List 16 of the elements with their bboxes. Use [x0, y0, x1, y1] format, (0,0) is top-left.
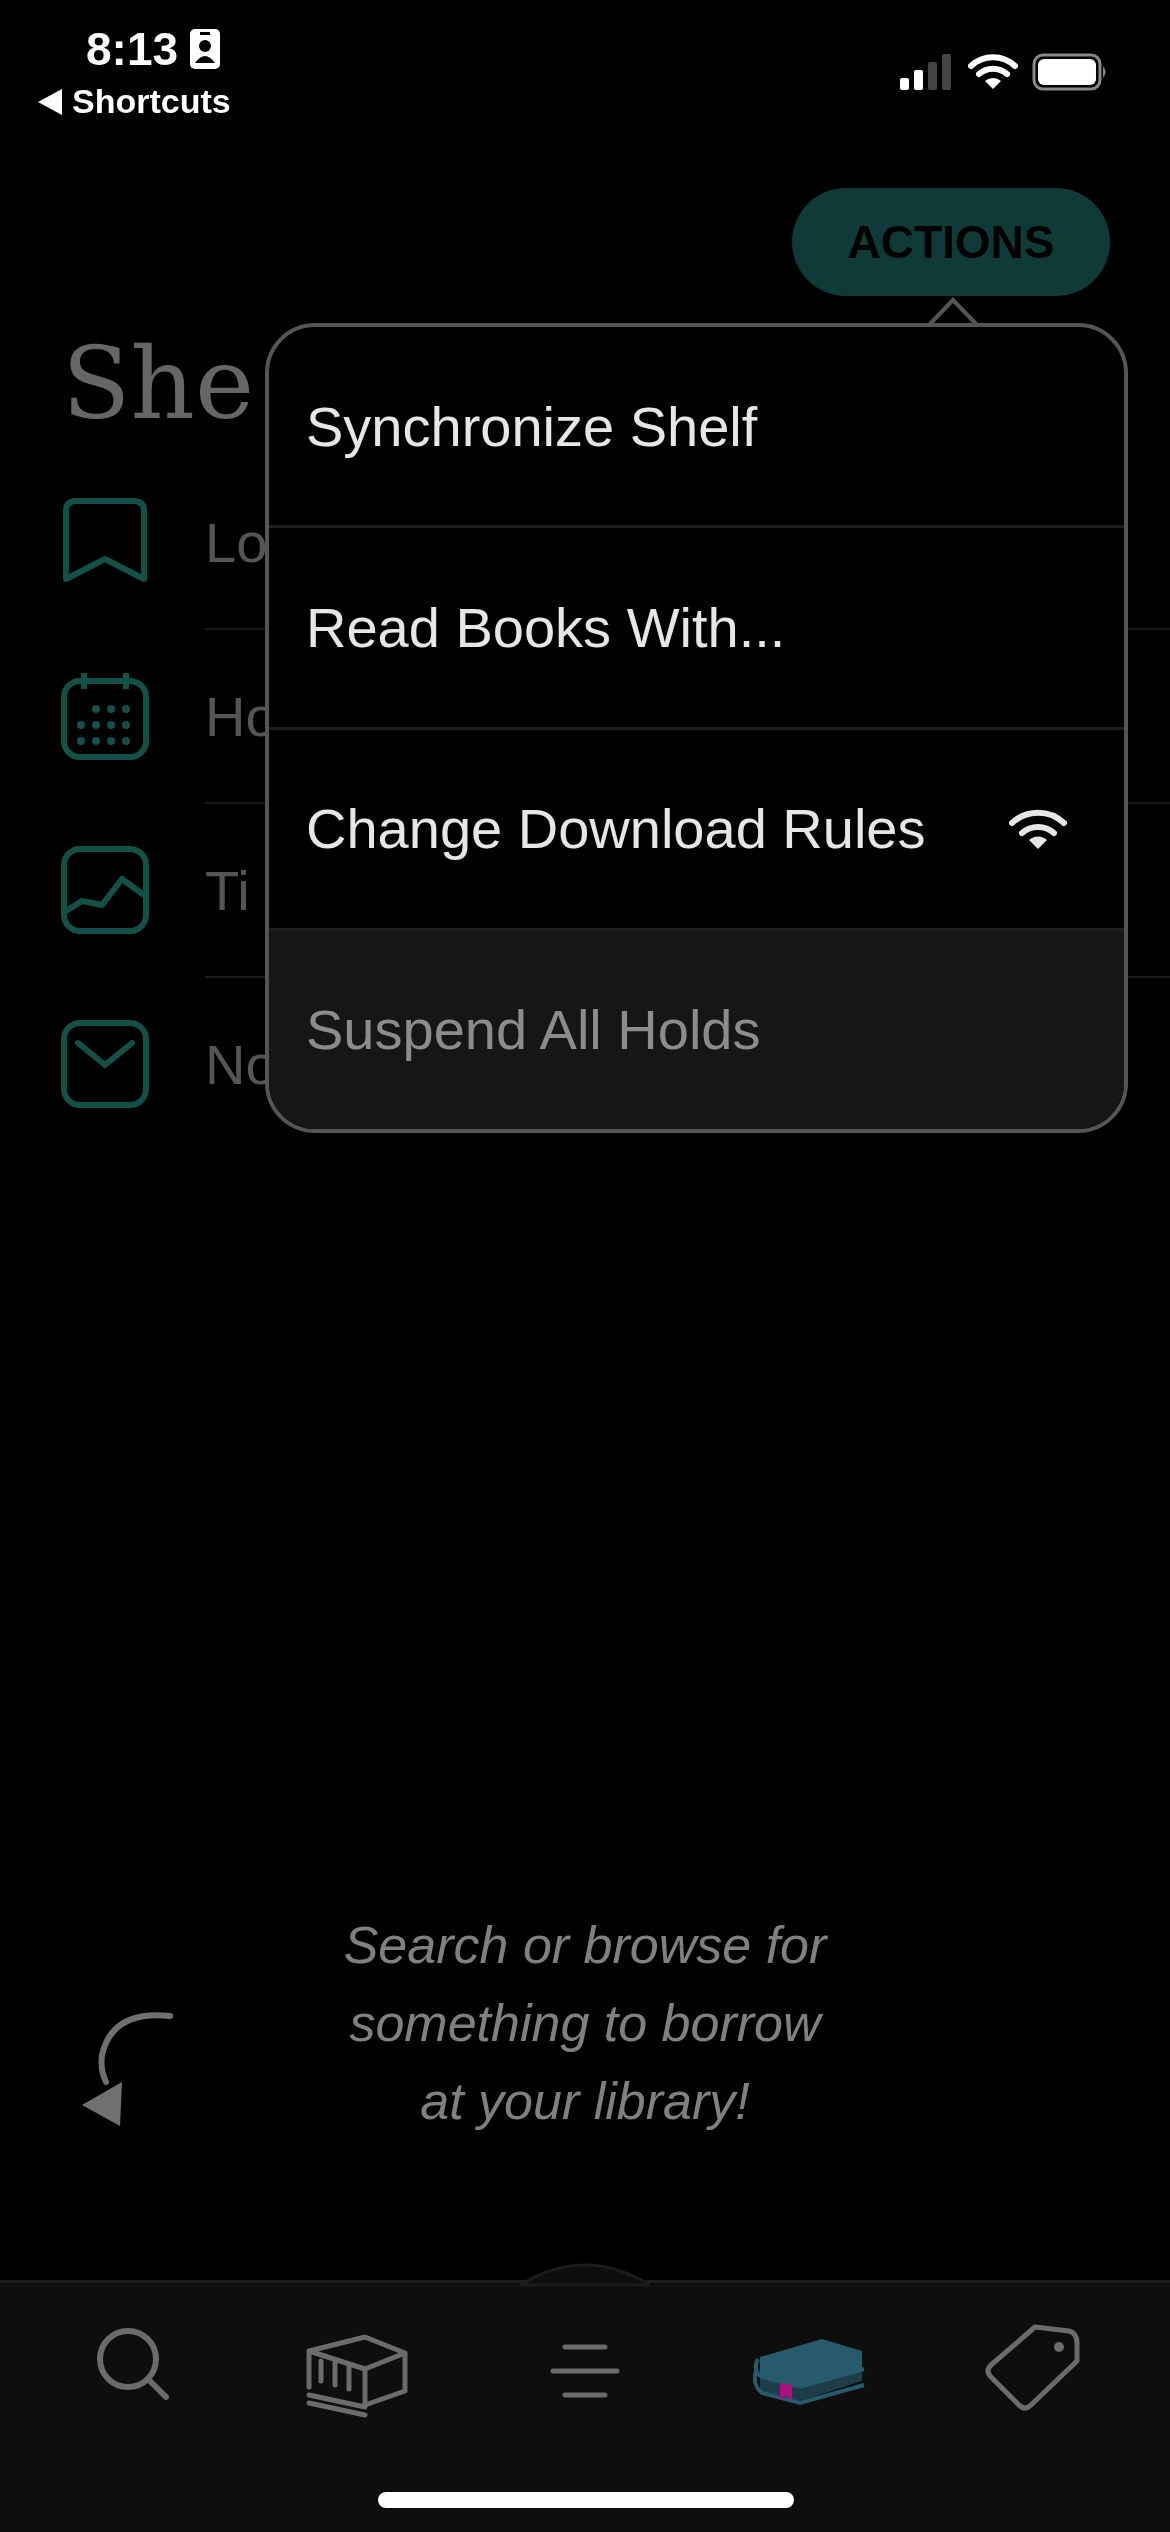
list-item-label[interactable]: Lo: [205, 509, 268, 575]
signal-icon: [900, 54, 954, 90]
chart-icon: [60, 845, 150, 935]
wifi-icon: [968, 53, 1018, 91]
menu-item[interactable]: Synchronize Shelf: [269, 327, 1124, 529]
page-title: She: [62, 324, 255, 444]
calendar-icon: [60, 671, 150, 761]
empty-message: Search or browse for something to borrow at your library!: [342, 1915, 829, 2132]
menu-item[interactable]: Read Books With...: [269, 528, 1124, 730]
battery-icon: [1032, 53, 1108, 91]
status-time: 8:13: [86, 22, 179, 76]
envelope-icon: [60, 1019, 150, 1109]
list-item-label[interactable]: Ti: [205, 857, 250, 923]
back-link[interactable]: Shortcuts: [72, 82, 231, 121]
id-badge-icon: [190, 29, 221, 69]
back-icon[interactable]: [38, 88, 62, 115]
